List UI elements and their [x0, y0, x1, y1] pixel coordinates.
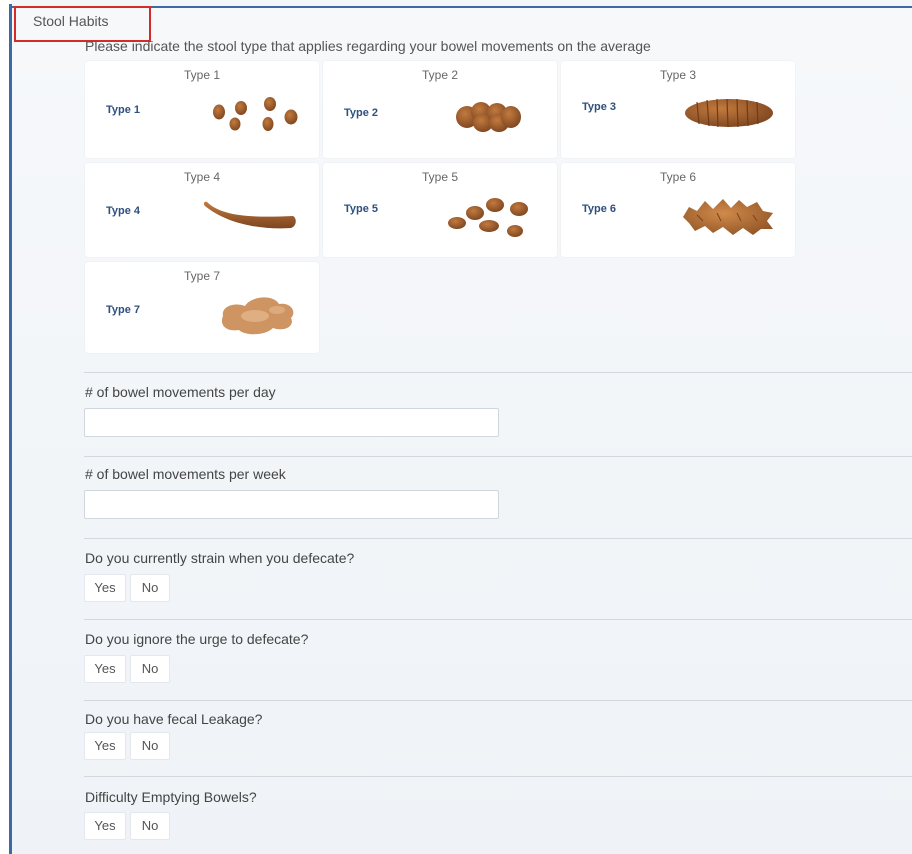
- stool-type-card-label: Type 6: [582, 203, 617, 215]
- section-divider: [84, 456, 912, 457]
- section-divider: [84, 538, 912, 539]
- strain-no-button[interactable]: No: [130, 574, 170, 602]
- lumpy-sausage-icon: [456, 102, 521, 132]
- stool-type-card-title: Type 4: [183, 170, 221, 184]
- stool-type-prompt: Please indicate the stool type that appl…: [85, 38, 651, 54]
- movements-per-week-label: # of bowel movements per week: [85, 466, 286, 482]
- stool-type-card-label: Type 5: [344, 203, 379, 215]
- fecal-leakage-yes-button[interactable]: Yes: [84, 732, 126, 760]
- ignore-urge-no-button[interactable]: No: [130, 655, 170, 683]
- stool-type-card-4[interactable]: Type 4 Type 4: [85, 163, 319, 257]
- movements-per-day-label: # of bowel movements per day: [85, 384, 276, 400]
- stool-type-card-2[interactable]: Type 2 Type 2: [323, 61, 557, 158]
- strain-yes-button[interactable]: Yes: [84, 574, 126, 602]
- ignore-urge-yes-button[interactable]: Yes: [84, 655, 126, 683]
- stool-type-card-title: Type 7: [183, 269, 221, 283]
- difficulty-emptying-question-label: Difficulty Emptying Bowels?: [85, 789, 257, 805]
- stool-type-card-5[interactable]: Type 5 Type 5: [323, 163, 557, 257]
- movements-per-week-input[interactable]: [84, 490, 499, 519]
- stool-type-card-title: Type 1: [183, 68, 221, 82]
- fecal-leakage-question-label: Do you have fecal Leakage?: [85, 711, 263, 727]
- section-divider: [84, 619, 912, 620]
- difficulty-emptying-yes-button[interactable]: Yes: [84, 812, 126, 840]
- fecal-leakage-no-button[interactable]: No: [130, 732, 170, 760]
- stool-type-card-label: Type 3: [582, 101, 617, 113]
- section-divider: [84, 776, 912, 777]
- soft-blobs-icon: [448, 198, 528, 237]
- separate-hard-lumps-icon: [213, 97, 298, 131]
- stool-type-card-label: Type 7: [106, 304, 141, 316]
- stool-type-card-title: Type 6: [659, 170, 697, 184]
- section-divider: [84, 700, 912, 701]
- ignore-urge-question-label: Do you ignore the urge to defecate?: [85, 631, 309, 647]
- movements-per-day-input[interactable]: [84, 408, 499, 437]
- stool-type-card-label: Type 1: [106, 104, 141, 116]
- stool-type-card-3[interactable]: Type 3 Type 3: [561, 61, 795, 158]
- stool-type-card-7[interactable]: Type 7 Type 7: [85, 262, 319, 353]
- section-title[interactable]: Stool Habits: [33, 13, 108, 29]
- stool-type-card-title: Type 2: [421, 68, 459, 82]
- stool-type-card-label: Type 4: [106, 205, 141, 217]
- difficulty-emptying-no-button[interactable]: No: [130, 812, 170, 840]
- liquid-puddle-icon: [221, 297, 294, 335]
- strain-question-label: Do you currently strain when you defecat…: [85, 550, 355, 566]
- section-divider: [84, 372, 912, 373]
- stool-type-card-title: Type 5: [421, 170, 459, 184]
- stool-type-card-title: Type 3: [659, 68, 697, 82]
- stool-type-card-1[interactable]: Type 1 Type 1: [85, 61, 319, 158]
- stool-type-card-6[interactable]: Type 6 Type 6: [561, 163, 795, 257]
- smooth-sausage-icon: [203, 201, 296, 229]
- stool-type-card-label: Type 2: [344, 107, 379, 119]
- mushy-pieces-icon: [683, 199, 773, 235]
- cracked-sausage-icon: [685, 98, 773, 128]
